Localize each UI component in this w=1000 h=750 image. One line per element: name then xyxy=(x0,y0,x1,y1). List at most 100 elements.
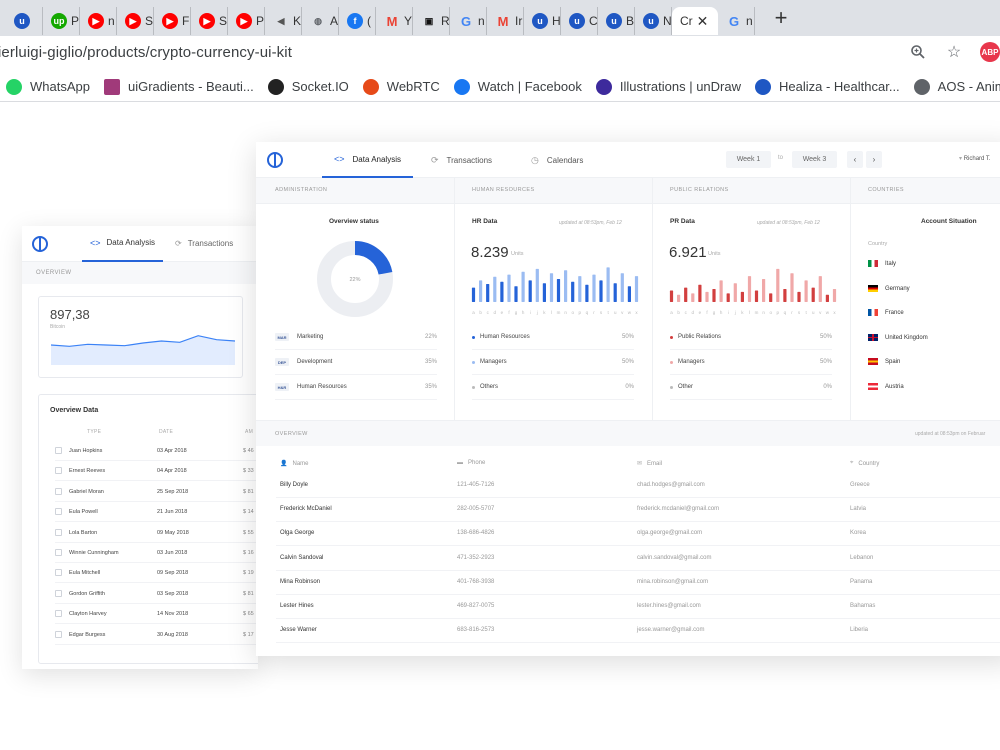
close-tab-icon[interactable]: ✕ xyxy=(697,13,709,30)
legend-row[interactable]: Managers 50% xyxy=(472,353,634,375)
table-row[interactable]: Winnie Cunningham 03 Jun 2018 $ 16 xyxy=(55,543,258,563)
browser-tab[interactable]: f( xyxy=(339,7,376,35)
row-phone: 471-352-2923 xyxy=(457,554,495,561)
row-checkbox[interactable] xyxy=(55,508,62,516)
browser-tab-active[interactable]: Cr ✕ xyxy=(672,7,718,35)
table-row[interactable]: Ernest Reeves 04 Apr 2018 $ 33 xyxy=(55,461,258,482)
row-checkbox[interactable] xyxy=(55,487,62,495)
browser-tab[interactable]: ▣ R xyxy=(413,7,450,35)
bar-g xyxy=(514,286,518,302)
tab-transactions[interactable]: ⟳ Transactions xyxy=(175,226,233,262)
legend-row[interactable]: Human Resources 50% xyxy=(472,328,634,350)
bookmark-item[interactable]: Illustrations | unDraw xyxy=(595,78,741,95)
table-row[interactable]: Juan Hopkins 03 Apr 2018 $ 46 xyxy=(55,441,258,461)
browser-tab[interactable]: ◍ A xyxy=(302,7,339,35)
country-row[interactable]: Austria xyxy=(868,379,1000,399)
table-row[interactable]: Lester Hines 469-827-0075 lester.hines@gma… xyxy=(276,595,1000,619)
table-row[interactable]: Gordon Griffith 03 Sep 2018 $ 81 xyxy=(55,584,258,604)
table-row[interactable]: Edgar Burgess 30 Aug 2018 $ 17 xyxy=(55,625,258,645)
tab-data-analysis[interactable]: <> Data Analysis xyxy=(82,226,163,262)
browser-tab-title: H xyxy=(552,14,561,28)
browser-tab[interactable]: ▶ S xyxy=(117,7,154,35)
browser-tab[interactable]: MY xyxy=(376,7,413,35)
table-row[interactable]: Gabriel Moran 25 Sep 2018 $ 81 xyxy=(55,482,258,502)
table-row[interactable]: Olga George 138-686-4826 olga.george@gmail… xyxy=(276,522,1000,547)
row-checkbox[interactable] xyxy=(55,630,62,638)
tab-data-analysis[interactable]: <> Data Analysis xyxy=(322,142,413,178)
table-row[interactable]: Mina Robinson 401-768-3938 mina.robinson@g… xyxy=(276,571,1000,595)
webrtc-icon xyxy=(362,78,379,95)
adblock-extension-icon[interactable]: ABP xyxy=(980,42,1000,62)
row-checkbox[interactable] xyxy=(55,467,62,475)
row-checkbox[interactable] xyxy=(55,549,62,556)
user-menu[interactable]: ▾ Richard T. xyxy=(959,155,991,162)
browser-tab[interactable]: ▶ S xyxy=(191,7,228,35)
bookmark-item[interactable]: uiGradients - Beauti... xyxy=(103,78,254,95)
table-row[interactable]: Lola Barton 09 May 2018 $ 55 xyxy=(55,523,258,543)
row-date: 25 Sep 2018 xyxy=(157,488,189,495)
bookmark-item[interactable]: WhatsApp xyxy=(6,78,90,95)
browser-tab[interactable]: uN xyxy=(635,7,672,35)
browser-tab[interactable]: u xyxy=(6,7,43,35)
row-checkbox[interactable] xyxy=(55,569,62,577)
row-name: Lola Barton xyxy=(69,529,98,536)
tab-transactions[interactable]: ⟳ Transactions xyxy=(431,142,492,178)
browser-tab[interactable]: ▶ F xyxy=(154,7,191,35)
country-row[interactable]: Italy xyxy=(868,256,1000,276)
row-checkbox[interactable] xyxy=(55,589,62,597)
legend-row[interactable]: Managers 50% xyxy=(670,353,832,375)
row-name: Jesse Warner xyxy=(280,627,317,634)
next-button[interactable]: › xyxy=(866,151,882,168)
bookmark-item[interactable]: WebRTC xyxy=(362,78,440,95)
row-country: Greece xyxy=(850,482,870,488)
browser-tab[interactable]: Gn xyxy=(718,7,755,35)
table-row[interactable]: Eula Powell 21 Jun 2018 $ 14 xyxy=(55,502,258,523)
table-row[interactable]: Jesse Warner 683-816-2573 jesse.warner@gma… xyxy=(276,619,1000,644)
bookmark-item[interactable]: Socket.IO xyxy=(267,78,349,95)
browser-tab[interactable]: uC xyxy=(561,7,598,35)
bar-h xyxy=(719,280,723,302)
browser-tab[interactable]: uH xyxy=(524,7,561,35)
legend-row[interactable]: H&R Human Resources 35% xyxy=(275,378,437,400)
table-row[interactable]: Frederick McDaniel 282-005-5707 frederick.… xyxy=(276,498,1000,523)
table-row[interactable]: Billy Doyle 121-405-7126 chad.hodges@gmail… xyxy=(276,474,1000,498)
bookmark-item[interactable]: Watch | Facebook xyxy=(453,78,582,95)
country-row[interactable]: United Kingdom xyxy=(868,330,1000,350)
week-from-select[interactable]: Week 1 xyxy=(726,151,771,168)
legend-row[interactable]: MAR Marketing 22% xyxy=(275,328,437,350)
browser-tab[interactable]: ◀ Ki xyxy=(265,7,302,35)
tab-calendars[interactable]: ◷ Calendars xyxy=(531,142,583,178)
browser-tab[interactable]: Gn xyxy=(450,7,487,35)
bookmark-item[interactable]: AOS - Animate xyxy=(913,78,1000,95)
new-tab-button[interactable]: + xyxy=(769,5,793,31)
legend-row[interactable]: DEP Development 35% xyxy=(275,353,437,375)
clock-icon: ◷ xyxy=(531,154,539,165)
tick-label: e xyxy=(699,310,702,315)
table-row[interactable]: Calvin Sandoval 471-352-2923 calvin.sandov… xyxy=(276,547,1000,571)
browser-tab[interactable]: ▶ n xyxy=(80,7,117,35)
france-flag-icon xyxy=(868,309,878,316)
browser-tab[interactable]: uB xyxy=(598,7,635,35)
prev-button[interactable]: ‹ xyxy=(847,151,863,168)
row-checkbox[interactable] xyxy=(55,447,62,454)
week-to-select[interactable]: Week 3 xyxy=(792,151,837,168)
country-row[interactable]: Germany xyxy=(868,281,1000,301)
browser-tab[interactable]: ▶ P xyxy=(228,7,265,35)
browser-tab[interactable]: M Ir xyxy=(487,7,524,35)
browser-tab[interactable]: up P xyxy=(43,7,80,35)
country-row[interactable]: France xyxy=(868,305,1000,325)
legend-row[interactable]: Others 0% xyxy=(472,378,634,400)
tick-label: s xyxy=(600,310,603,315)
legend-row[interactable]: Other 0% xyxy=(670,378,832,400)
bookmark-item[interactable]: Healiza - Healthcar... xyxy=(755,78,900,95)
table-row[interactable]: Eula Mitchell 09 Sep 2018 $ 19 xyxy=(55,563,258,584)
country-row[interactable]: Spain xyxy=(868,354,1000,374)
table-row[interactable]: Clayton Harvey 14 Nov 2018 $ 65 xyxy=(55,604,258,625)
zoom-icon[interactable] xyxy=(908,42,928,62)
bookmark-star-icon[interactable]: ☆ xyxy=(944,42,964,62)
row-checkbox[interactable] xyxy=(55,528,62,536)
row-checkbox[interactable] xyxy=(55,610,62,618)
url-text[interactable]: ierluigi-giglio/products/crypto-currency… xyxy=(0,44,292,61)
bar-w xyxy=(627,286,631,302)
legend-row[interactable]: Public Relations 50% xyxy=(670,328,832,350)
